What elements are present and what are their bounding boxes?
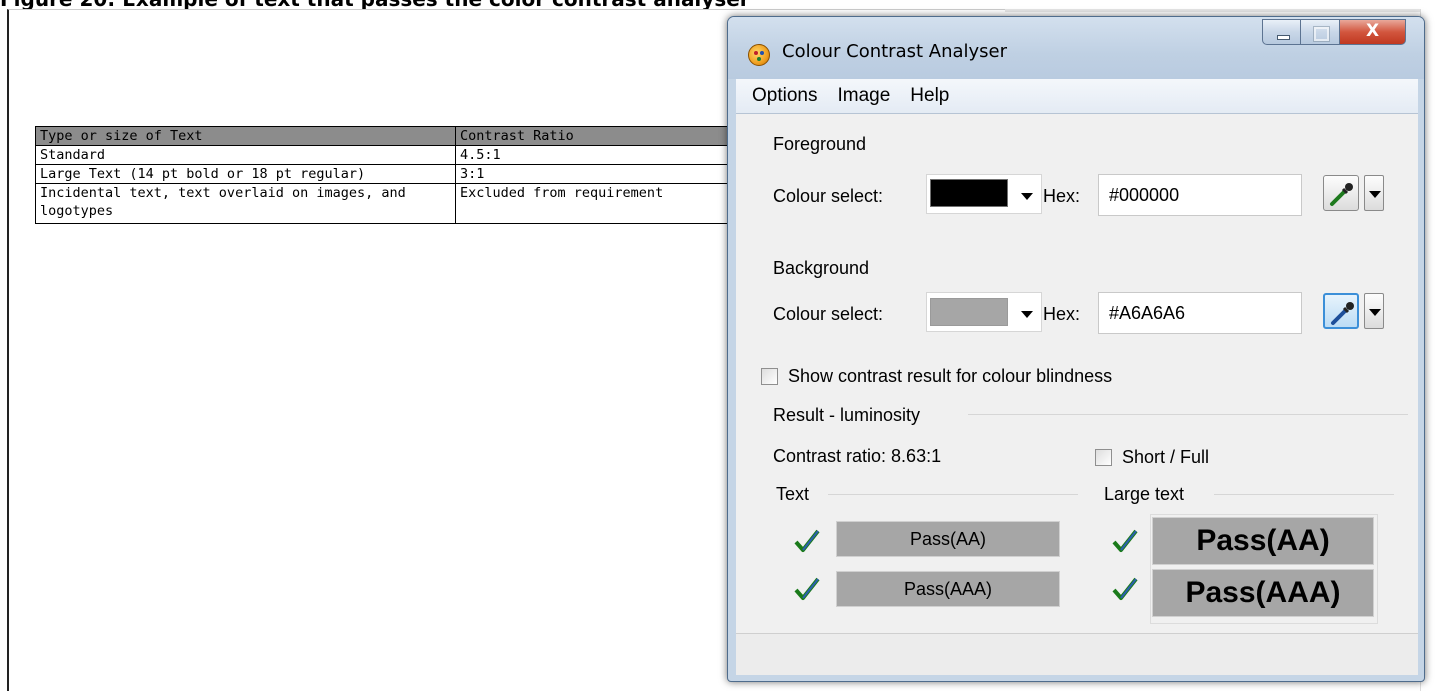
- text-results-border: [828, 494, 1078, 495]
- table-row: Large Text (14 pt bold or 18 pt regular)…: [35, 164, 746, 184]
- foreground-picker-button[interactable]: [1323, 175, 1359, 211]
- result-heading: Result - luminosity: [773, 405, 921, 425]
- table-row: Incidental text, text overlaid on images…: [35, 183, 746, 224]
- colour-contrast-analyser-window: Colour Contrast Analyser X Options Image…: [727, 16, 1425, 682]
- text-result-aa: Pass(AA): [836, 521, 1060, 557]
- title-bar[interactable]: Colour Contrast Analyser X: [728, 17, 1424, 79]
- close-button[interactable]: X: [1340, 19, 1406, 45]
- table-cell-ratio: 4.5:1: [455, 145, 746, 165]
- background-options-dropdown[interactable]: [1364, 293, 1384, 329]
- table-cell-ratio: 3:1: [455, 164, 746, 184]
- large-text-result-aaa: Pass(AAA): [1152, 569, 1374, 617]
- chevron-down-icon[interactable]: [1021, 311, 1033, 318]
- chevron-down-icon[interactable]: [1021, 193, 1033, 200]
- short-full-label: Short / Full: [1122, 447, 1210, 467]
- table-header-row: Type or size of Text Contrast Ratio: [35, 126, 746, 146]
- dialog-body: Foreground Colour select: Hex: #000000 B…: [736, 114, 1418, 633]
- large-text-result-aa: Pass(AA): [1152, 517, 1374, 565]
- table-cell-type: Standard: [35, 145, 456, 165]
- contrast-requirements-table: Type or size of Text Contrast Ratio Stan…: [35, 126, 746, 224]
- close-icon: X: [1365, 21, 1380, 41]
- text-results-heading: Text: [776, 484, 810, 504]
- check-icon: [1112, 529, 1138, 552]
- background-colour-swatch: [930, 298, 1008, 326]
- status-bar: [736, 633, 1418, 675]
- table-cell-ratio: Excluded from requirement: [455, 183, 746, 224]
- foreground-hex-input[interactable]: #000000: [1098, 174, 1302, 216]
- eyedropper-icon: [1331, 302, 1354, 325]
- text-result-aaa: Pass(AAA): [836, 571, 1060, 607]
- minimize-button[interactable]: [1262, 19, 1301, 45]
- colour-blindness-label: Show contrast result for colour blindnes…: [788, 366, 1113, 386]
- maximize-button[interactable]: [1301, 19, 1340, 45]
- check-icon: [1112, 577, 1138, 600]
- menu-help[interactable]: Help: [910, 85, 949, 107]
- foreground-colour-select-label: Colour select:: [773, 186, 884, 206]
- foreground-heading: Foreground: [773, 134, 867, 154]
- check-icon: [794, 529, 820, 552]
- table-cell-type: Large Text (14 pt bold or 18 pt regular): [35, 164, 456, 184]
- background-hex-input[interactable]: #A6A6A6: [1098, 292, 1302, 334]
- table-cell-type: Incidental text, text overlaid on images…: [35, 183, 456, 224]
- large-text-results-heading: Large text: [1104, 484, 1185, 504]
- large-text-results-border: [1214, 494, 1394, 495]
- foreground-options-dropdown[interactable]: [1364, 175, 1384, 211]
- background-hex-label: Hex:: [1043, 304, 1081, 324]
- figure-caption: Figure 20: Example of text that passes t…: [0, 0, 1442, 9]
- column-header-ratio: Contrast Ratio: [455, 126, 746, 146]
- menu-image[interactable]: Image: [837, 85, 890, 107]
- column-header-type: Type or size of Text: [35, 126, 456, 146]
- result-group-border: [968, 414, 1408, 415]
- table-row: Standard 4.5:1: [35, 145, 746, 165]
- menu-bar: Options Image Help: [736, 79, 1418, 114]
- background-picker-button[interactable]: [1323, 293, 1359, 329]
- eyedropper-icon: [1330, 183, 1353, 206]
- window-controls: X: [1262, 19, 1406, 47]
- colour-blindness-checkbox[interactable]: [761, 368, 778, 385]
- foreground-hex-label: Hex:: [1043, 186, 1081, 206]
- palette-icon: [748, 44, 770, 66]
- window-title: Colour Contrast Analyser: [782, 41, 1008, 62]
- background-heading: Background: [773, 258, 870, 278]
- document-frame-top: [1005, 9, 1442, 12]
- menu-options[interactable]: Options: [752, 85, 817, 107]
- check-icon: [794, 577, 820, 600]
- background-colour-select-label: Colour select:: [773, 304, 884, 324]
- short-full-checkbox[interactable]: [1095, 449, 1112, 466]
- foreground-colour-swatch: [930, 179, 1008, 207]
- contrast-ratio-text: Contrast ratio: 8.63:1: [773, 446, 942, 466]
